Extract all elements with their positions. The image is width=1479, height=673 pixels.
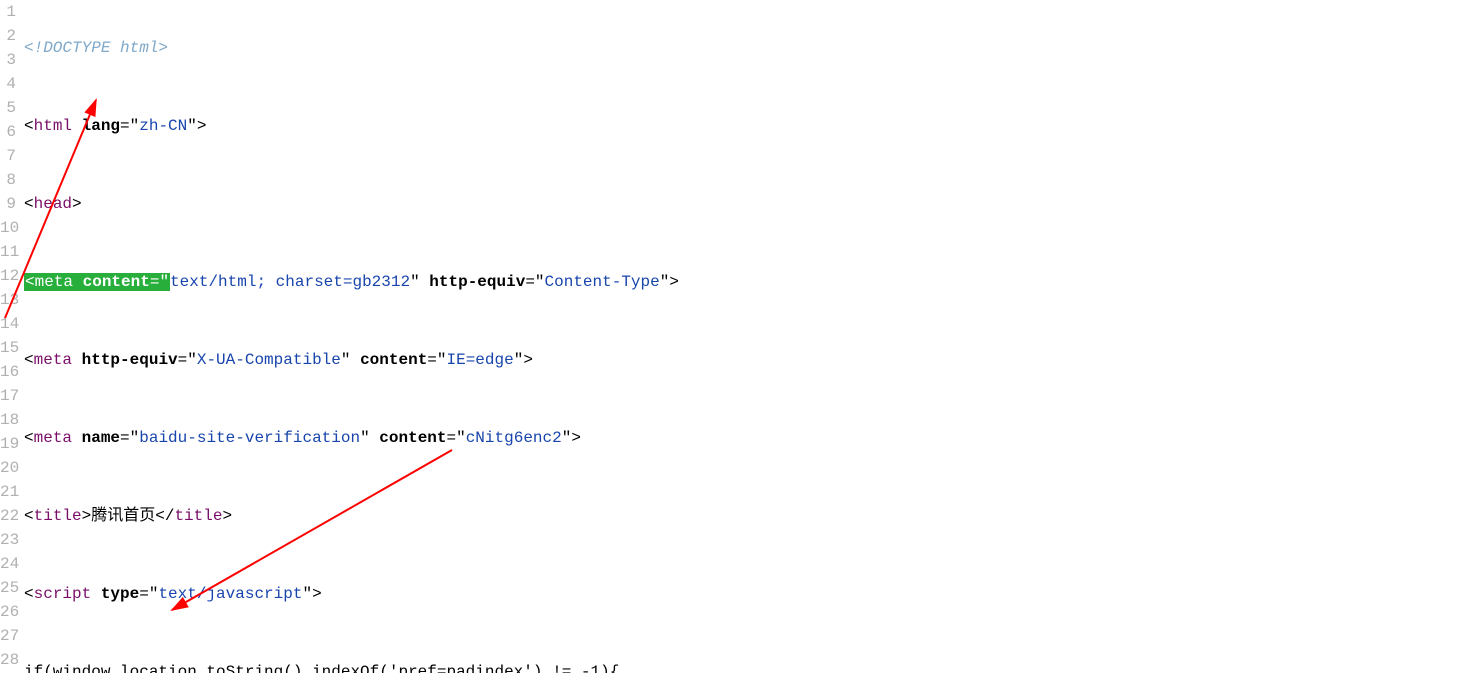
- line-number: 6: [0, 120, 18, 144]
- line-number: 9: [0, 192, 18, 216]
- line-number: 2: [0, 24, 18, 48]
- line-number: 16: [0, 360, 18, 384]
- line-number: 4: [0, 72, 18, 96]
- line-number: 5: [0, 96, 18, 120]
- line-number: 11: [0, 240, 18, 264]
- line-number: 28: [0, 648, 18, 672]
- line-number: 18: [0, 408, 18, 432]
- line-number: 1: [0, 0, 18, 24]
- selection-highlight: <meta content=": [24, 273, 170, 291]
- line-gutter: 1234567891011121314151617181920212223242…: [0, 0, 18, 672]
- line-number: 23: [0, 528, 18, 552]
- line-number: 26: [0, 600, 18, 624]
- code-editor[interactable]: 1234567891011121314151617181920212223242…: [0, 0, 1479, 673]
- doctype: <!DOCTYPE html>: [24, 39, 168, 57]
- line-number: 17: [0, 384, 18, 408]
- line-number: 3: [0, 48, 18, 72]
- line-number: 8: [0, 168, 18, 192]
- code-line[interactable]: <head>: [24, 192, 1407, 216]
- code-line[interactable]: <html lang="zh-CN">: [24, 114, 1407, 138]
- line-number: 10: [0, 216, 18, 240]
- code-line[interactable]: <!DOCTYPE html>: [24, 36, 1407, 60]
- code-line[interactable]: <script type="text/javascript">: [24, 582, 1407, 606]
- line-number: 19: [0, 432, 18, 456]
- code-line[interactable]: <meta content="text/html; charset=gb2312…: [24, 270, 1407, 294]
- code-line[interactable]: <meta name="baidu-site-verification" con…: [24, 426, 1407, 450]
- line-number: 7: [0, 144, 18, 168]
- line-number: 15: [0, 336, 18, 360]
- code-area[interactable]: <!DOCTYPE html> <html lang="zh-CN"> <hea…: [24, 0, 1407, 673]
- line-number: 14: [0, 312, 18, 336]
- line-number: 20: [0, 456, 18, 480]
- line-number: 25: [0, 576, 18, 600]
- code-line[interactable]: if(window.location.toString().indexOf('p…: [24, 660, 1407, 673]
- code-line[interactable]: <title>腾讯首页</title>: [24, 504, 1407, 528]
- code-line[interactable]: <meta http-equiv="X-UA-Compatible" conte…: [24, 348, 1407, 372]
- line-number: 13: [0, 288, 18, 312]
- line-number: 22: [0, 504, 18, 528]
- line-number: 21: [0, 480, 18, 504]
- line-number: 12: [0, 264, 18, 288]
- line-number: 24: [0, 552, 18, 576]
- line-number: 27: [0, 624, 18, 648]
